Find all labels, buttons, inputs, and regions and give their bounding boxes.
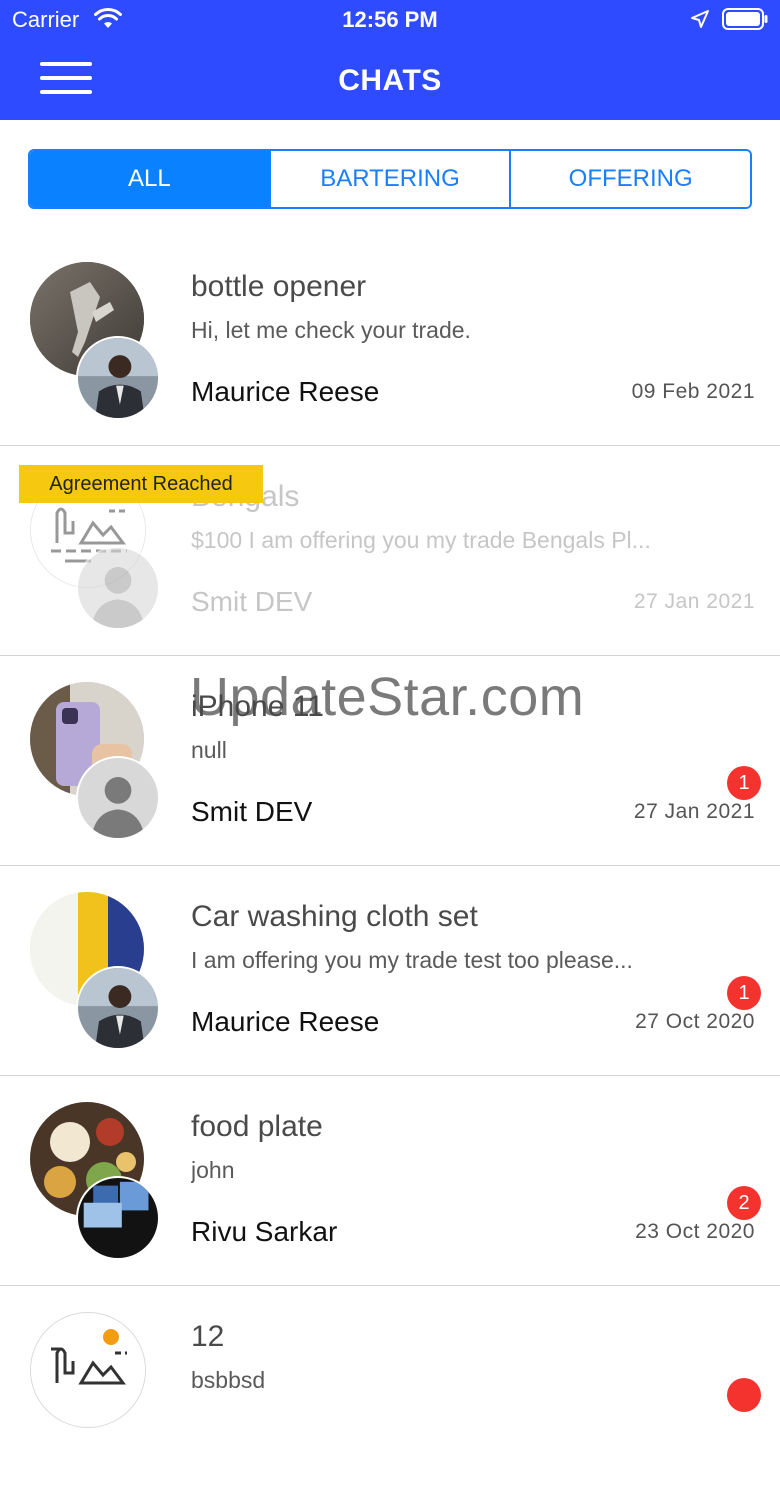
chat-list: bottle opener Hi, let me check your trad…: [0, 236, 780, 1496]
person-silhouette-icon: [78, 548, 158, 628]
chat-item-food-plate[interactable]: food plate john 2 Rivu Sarkar 23 Oct 202…: [0, 1076, 780, 1286]
chat-sender: Smit DEV: [191, 586, 313, 617]
chat-title: 12: [191, 1320, 225, 1353]
unread-badge: 2: [727, 1186, 761, 1220]
placeholder-image-icon: [31, 1313, 145, 1427]
chat-preview: null: [191, 737, 227, 763]
user-avatar: [76, 1176, 160, 1260]
chat-item-12[interactable]: 12 bsbbsd: [0, 1286, 780, 1496]
person-silhouette-icon: [78, 758, 158, 838]
chat-item-iphone-11[interactable]: iPhone 11 null 1 Smit DEV 27 Jan 2021: [0, 656, 780, 866]
unread-badge: 1: [727, 766, 761, 800]
chat-sender: Rivu Sarkar: [191, 1216, 338, 1247]
top-bar: Carrier 12:56 PM CHATS: [0, 0, 780, 120]
chat-sender: Maurice Reese: [191, 1006, 380, 1037]
user-photo-icon: [78, 1178, 158, 1258]
tab-bartering[interactable]: BARTERING: [270, 151, 512, 207]
clock-label: 12:56 PM: [342, 7, 438, 32]
chat-preview: bsbbsd: [191, 1367, 266, 1393]
page-title: CHATS: [338, 64, 442, 97]
user-photo-icon: [78, 338, 158, 418]
chat-sender: Maurice Reese: [191, 376, 380, 407]
chat-title: iPhone 11: [191, 690, 324, 723]
chat-preview: $100 I am offering you my trade Bengals …: [191, 527, 651, 553]
status-bar: Carrier 12:56 PM: [0, 0, 780, 40]
location-arrow-icon: [691, 10, 709, 28]
chat-item-bengals[interactable]: Agreement Reached Bengals $100 I am offe…: [0, 446, 780, 656]
tab-offering[interactable]: OFFERING: [511, 151, 750, 207]
chat-title: food plate: [191, 1110, 323, 1143]
default-user-avatar: [76, 756, 160, 840]
navigation-bar: CHATS: [0, 40, 780, 120]
tab-all[interactable]: ALL: [30, 151, 271, 207]
chat-date: 23 Oct 2020: [635, 1220, 755, 1243]
chat-sender: Smit DEV: [191, 796, 313, 827]
chat-title: Car washing cloth set: [191, 900, 478, 933]
chat-preview: john: [191, 1157, 235, 1183]
chat-date: 27 Jan 2021: [633, 590, 755, 613]
item-thumbnail: [30, 1312, 146, 1428]
chat-preview: I am offering you my trade test too plea…: [191, 947, 633, 973]
default-user-avatar: [76, 546, 160, 630]
chat-item-bottle-opener[interactable]: bottle opener Hi, let me check your trad…: [0, 236, 780, 446]
user-avatar: [76, 966, 160, 1050]
agreement-reached-ribbon: Agreement Reached: [19, 465, 263, 503]
chat-date: 09 Feb 2021: [631, 380, 755, 403]
chat-date: 27 Jan 2021: [633, 800, 755, 823]
chat-title: bottle opener: [191, 270, 367, 303]
chat-filter-tabs: ALL BARTERING OFFERING: [28, 149, 752, 209]
unread-badge: [727, 1378, 761, 1412]
chat-preview: Hi, let me check your trade.: [191, 317, 471, 343]
unread-badge: 1: [727, 976, 761, 1010]
chat-date: 27 Oct 2020: [635, 1010, 755, 1033]
user-avatar: [76, 336, 160, 420]
battery-icon: [722, 8, 768, 30]
chat-item-car-washing-cloth-set[interactable]: Car washing cloth set I am offering you …: [0, 866, 780, 1076]
user-photo-icon: [78, 968, 158, 1048]
